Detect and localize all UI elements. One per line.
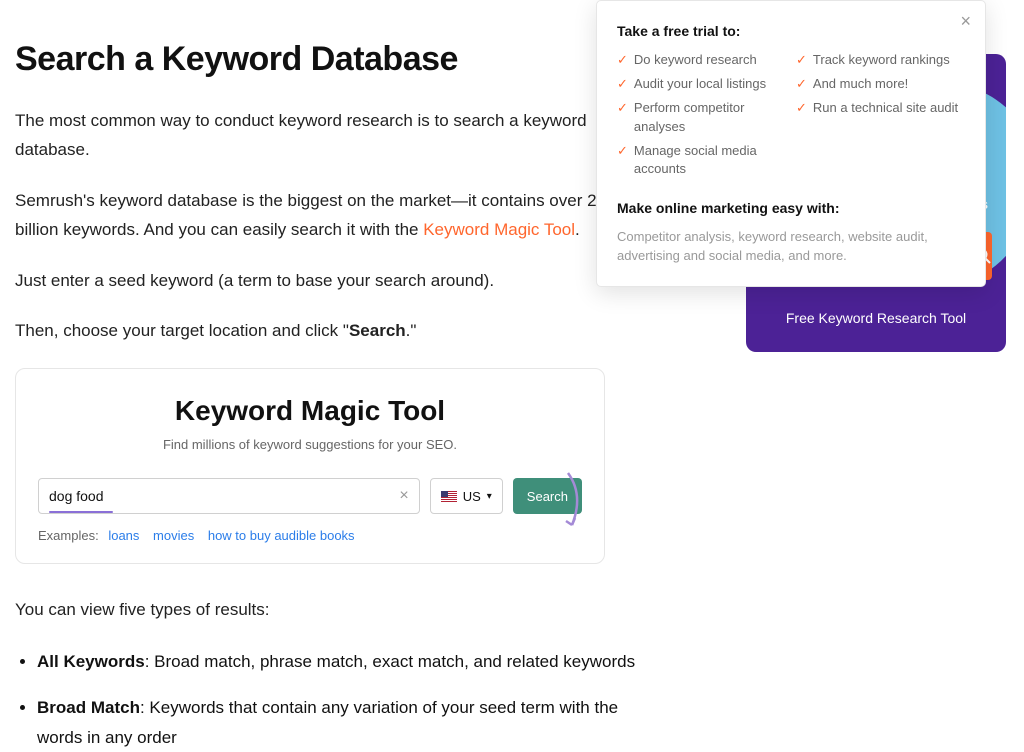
article-p2: Semrush's keyword database is the bigges…	[15, 187, 655, 245]
example-loans-link[interactable]: loans	[108, 528, 139, 543]
check-icon: ✓	[796, 99, 807, 117]
article-p3: Just enter a seed keyword (a term to bas…	[15, 267, 655, 296]
sidebar-tool-link[interactable]: Free Keyword Research Tool	[746, 310, 1006, 326]
keyword-magic-tool-card: Keyword Magic Tool Find millions of keyw…	[15, 368, 605, 564]
popup-title: Take a free trial to:	[617, 23, 965, 39]
check-icon: ✓	[617, 99, 628, 117]
check-icon: ✓	[617, 142, 628, 160]
article-p1: The most common way to conduct keyword r…	[15, 107, 655, 165]
example-audible-link[interactable]: how to buy audible books	[208, 528, 355, 543]
trial-popup: × Take a free trial to: ✓Do keyword rese…	[596, 0, 986, 287]
article-p4: Then, choose your target location and cl…	[15, 317, 655, 346]
article-heading: Search a Keyword Database	[15, 40, 655, 79]
check-icon: ✓	[796, 75, 807, 93]
popup-subtext: Competitor analysis, keyword research, w…	[617, 228, 965, 266]
list-item: Broad Match: Keywords that contain any v…	[37, 693, 655, 752]
kmt-title: Keyword Magic Tool	[38, 395, 582, 427]
us-flag-icon	[441, 491, 457, 502]
check-icon: ✓	[617, 51, 628, 69]
kmt-keyword-input[interactable]: dog food ×	[38, 478, 420, 514]
arrow-annotation-icon	[550, 465, 586, 543]
check-icon: ✓	[796, 51, 807, 69]
check-icon: ✓	[617, 75, 628, 93]
result-types-list: All Keywords: Broad match, phrase match,…	[15, 647, 655, 752]
kmt-subtitle: Find millions of keyword suggestions for…	[38, 437, 582, 452]
kmt-examples: Examples: loans movies how to buy audibl…	[38, 528, 582, 543]
clear-input-icon[interactable]: ×	[399, 487, 408, 505]
example-movies-link[interactable]: movies	[153, 528, 194, 543]
chevron-down-icon: ▾	[487, 491, 492, 502]
article-p5: You can view five types of results:	[15, 596, 655, 625]
popup-subtitle: Make online marketing easy with:	[617, 200, 965, 216]
close-icon[interactable]: ×	[960, 11, 971, 32]
popup-col-2: ✓Track keyword rankings ✓And much more! …	[796, 51, 965, 184]
keyword-magic-tool-link[interactable]: Keyword Magic Tool	[423, 220, 575, 239]
kmt-country-select[interactable]: US ▾	[430, 478, 503, 514]
popup-col-1: ✓Do keyword research ✓Audit your local l…	[617, 51, 786, 184]
list-item: All Keywords: Broad match, phrase match,…	[37, 647, 655, 677]
